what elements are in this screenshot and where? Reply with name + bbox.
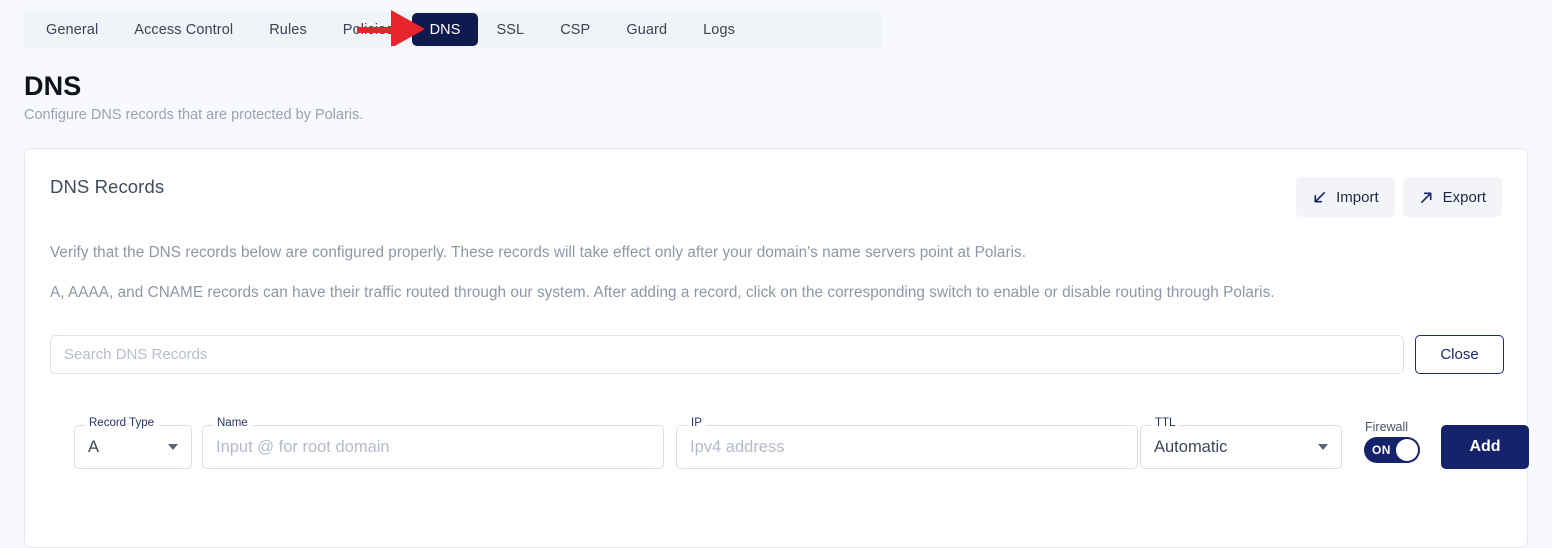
info-paragraph-2: A, AAAA, and CNAME records can have thei…: [50, 284, 1275, 301]
tab-dns[interactable]: DNS: [411, 13, 479, 46]
record-ip-placeholder: Ipv4 address: [690, 437, 785, 456]
firewall-toggle-group: Firewall ON: [1364, 421, 1428, 463]
tab-guard[interactable]: Guard: [608, 13, 685, 46]
record-name-placeholder: Input @ for root domain: [216, 437, 390, 456]
settings-tab-bar: General Access Control Rules Policies DN…: [24, 11, 882, 48]
toggle-knob: [1396, 438, 1418, 461]
record-type-label: Record Type: [85, 417, 158, 430]
record-name-label: Name: [213, 417, 252, 430]
page-subtitle: Configure DNS records that are protected…: [24, 107, 364, 123]
record-type-select[interactable]: Record Type A: [74, 417, 192, 469]
tab-csp[interactable]: CSP: [542, 13, 608, 46]
search-input[interactable]: [50, 335, 1404, 374]
import-button[interactable]: Import: [1296, 177, 1395, 217]
record-type-value: A: [88, 437, 100, 456]
arrow-down-left-icon: [1312, 190, 1327, 205]
close-button[interactable]: Close: [1415, 335, 1504, 374]
export-button[interactable]: Export: [1402, 177, 1502, 217]
firewall-state-text: ON: [1372, 442, 1391, 457]
record-ttl-label: TTL: [1151, 417, 1180, 430]
add-record-form: Record Type A Name Input @ for root doma…: [50, 417, 1529, 473]
search-row: Close: [50, 335, 1504, 374]
dns-records-card: DNS Records Import Export Verify that th…: [24, 148, 1529, 548]
export-button-label: Export: [1442, 188, 1486, 206]
chevron-down-icon: [168, 444, 178, 450]
firewall-label: Firewall: [1365, 420, 1409, 434]
tab-policies[interactable]: Policies: [325, 13, 412, 46]
record-ttl-value: Automatic: [1154, 437, 1228, 456]
record-name-field[interactable]: Name Input @ for root domain: [202, 417, 664, 469]
import-button-label: Import: [1336, 188, 1379, 206]
card-header-actions: Import Export: [1296, 177, 1502, 217]
record-ttl-select[interactable]: TTL Automatic: [1140, 417, 1342, 469]
tab-rules[interactable]: Rules: [251, 13, 325, 46]
tab-ssl[interactable]: SSL: [478, 13, 542, 46]
add-record-button[interactable]: Add: [1441, 425, 1529, 469]
tab-access-control[interactable]: Access Control: [116, 13, 251, 46]
chevron-down-icon: [1318, 444, 1328, 450]
page-title: DNS: [24, 71, 82, 101]
firewall-toggle[interactable]: ON: [1364, 436, 1420, 463]
info-paragraph-1: Verify that the DNS records below are co…: [50, 244, 1027, 261]
arrow-up-right-icon: [1419, 190, 1434, 205]
tab-general[interactable]: General: [28, 13, 116, 46]
record-ip-label: IP: [687, 417, 706, 430]
card-heading: DNS Records: [50, 176, 165, 197]
record-ip-field[interactable]: IP Ipv4 address: [676, 417, 1138, 469]
tab-logs[interactable]: Logs: [685, 13, 753, 46]
